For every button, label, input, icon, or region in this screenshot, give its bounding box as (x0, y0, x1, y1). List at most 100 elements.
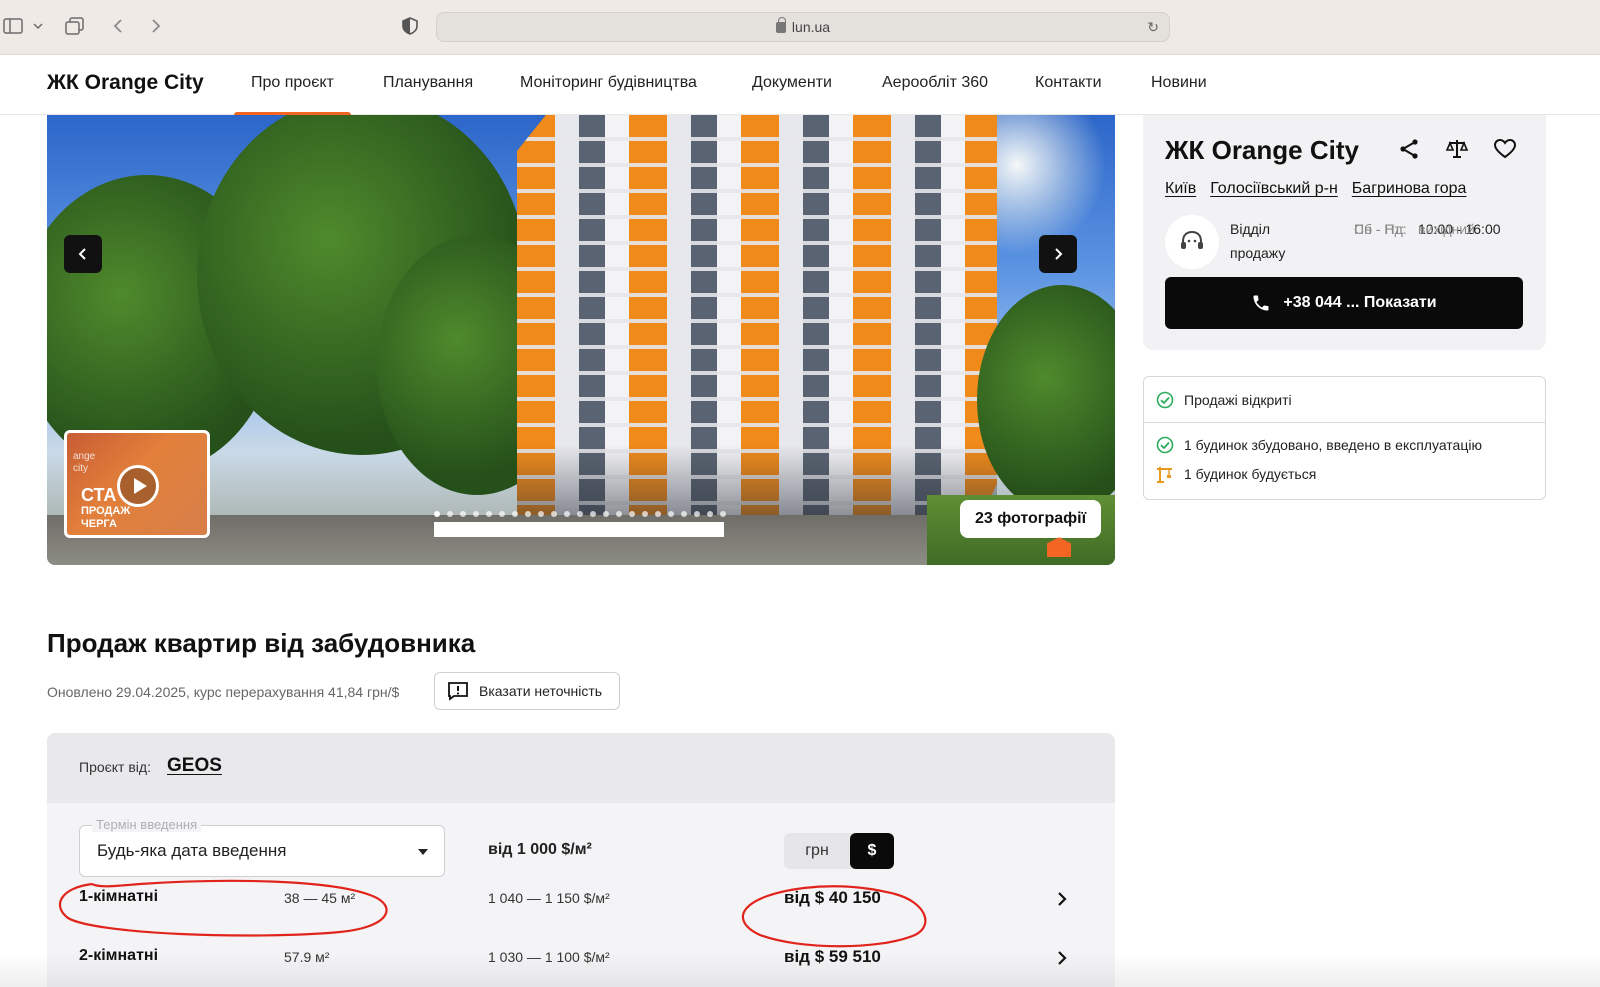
divider (1144, 422, 1545, 423)
breadcrumb-district[interactable]: Голосіївський р-н (1210, 180, 1338, 198)
gallery-prev-button[interactable] (64, 235, 102, 273)
apartment-row[interactable]: 2-кімнатні 57.9 м² 1 030 — 1 100 $/м² ві… (47, 947, 1115, 987)
pagination-dot[interactable] (551, 511, 557, 517)
chevron-right-icon[interactable] (1055, 949, 1069, 967)
nav-about[interactable]: Про проєкт (234, 74, 351, 116)
compare-scales-icon[interactable] (1445, 137, 1469, 161)
nav-construction-monitoring[interactable]: Моніторинг будівництва (520, 74, 697, 115)
video-thumb-text: СТА (81, 485, 117, 505)
gallery-next-button[interactable] (1039, 235, 1077, 273)
heart-icon[interactable] (1493, 137, 1517, 161)
report-inaccuracy-button[interactable]: Вказати неточність (434, 672, 620, 710)
pagination-dot[interactable] (512, 511, 518, 517)
pagination-dot[interactable] (434, 511, 440, 517)
back-icon[interactable] (108, 14, 128, 38)
pagination-dot[interactable] (707, 511, 713, 517)
pagination-dot[interactable] (499, 511, 505, 517)
price-per-m2-range: 1 040 — 1 150 $/м² (488, 890, 610, 906)
project-card: ЖК Orange City Київ Голосіївський р-н Ба… (1143, 115, 1546, 350)
pagination-dot[interactable] (564, 511, 570, 517)
nav-layouts[interactable]: Планування (383, 74, 473, 115)
watermark-logo: лун (1047, 533, 1115, 565)
pagination-strip (434, 522, 724, 537)
chevron-down-icon[interactable] (30, 14, 46, 38)
status-text: Продажі відкриті (1184, 392, 1292, 408)
pagination-dot[interactable] (447, 511, 453, 517)
report-inaccuracy-label: Вказати неточність (479, 683, 603, 699)
address-bar[interactable]: lun.ua ↻ (436, 12, 1170, 42)
privacy-shield-icon[interactable] (400, 14, 420, 38)
project-by-label: Проєкт від: (79, 759, 151, 775)
pagination-dot[interactable] (486, 511, 492, 517)
video-thumb-text: ПРОДАЖ ЧЕРГА (81, 505, 131, 530)
status-item: 1 будинок збудовано, введено в експлуата… (1156, 436, 1482, 454)
nav-aerial-360[interactable]: Аерообліт 360 (882, 74, 988, 115)
pagination-dot[interactable] (616, 511, 622, 517)
area-range: 38 — 45 м² (284, 890, 356, 906)
nav-documents[interactable]: Документи (752, 74, 832, 115)
photo-gallery[interactable]: ange city СТА ПРОДАЖ ЧЕРГА 23 фотографії… (47, 115, 1115, 565)
nav-contacts[interactable]: Контакти (1035, 74, 1102, 115)
pagination-dot[interactable] (538, 511, 544, 517)
video-thumbnail[interactable]: ange city СТА ПРОДАЖ ЧЕРГА (64, 430, 210, 538)
pagination-dot[interactable] (655, 511, 661, 517)
gallery-pagination (434, 511, 726, 517)
reload-icon[interactable]: ↻ (1147, 19, 1159, 36)
status-item: 1 будинок будується (1156, 465, 1316, 483)
developer-link[interactable]: GEOS (167, 755, 222, 777)
sales-department-label: Відділ продажу (1230, 221, 1286, 261)
sidebar-toggle-icon[interactable] (2, 14, 24, 38)
completion-date-select[interactable]: Термін введення Будь-яка дата введення (79, 817, 445, 877)
currency-toggle[interactable]: грн $ (784, 833, 894, 869)
price-from: від $ 59 510 (784, 947, 881, 966)
pagination-dot[interactable] (603, 511, 609, 517)
hours-days: Сб - Нд: (1354, 221, 1407, 237)
pagination-dot[interactable] (681, 511, 687, 517)
play-icon[interactable] (117, 465, 159, 507)
report-icon (448, 682, 468, 701)
apartments-panel: Проєкт від: GEOS Термін введення Будь-як… (47, 733, 1115, 987)
site-header: ЖК Orange City Про проєкт Планування Мон… (0, 55, 1600, 116)
area-range: 57.9 м² (284, 949, 330, 965)
video-thumb-text: ange city (73, 451, 96, 474)
currency-usd[interactable]: $ (850, 833, 894, 869)
crane-icon (1157, 467, 1172, 483)
developer-header: Проєкт від: GEOS (47, 733, 1115, 803)
pagination-dot[interactable] (720, 511, 726, 517)
show-phone-label: +38 044 ... Показати (1283, 294, 1437, 311)
price-per-m2-range: 1 030 — 1 100 $/м² (488, 949, 610, 965)
forward-icon[interactable] (146, 14, 166, 38)
breadcrumb-neighborhood[interactable]: Багринова гора (1352, 180, 1467, 198)
browser-toolbar: lun.ua ↻ (0, 0, 1600, 55)
tabs-overview-icon[interactable] (64, 14, 86, 38)
headset-icon (1181, 230, 1203, 249)
chevron-right-icon[interactable] (1055, 890, 1069, 908)
updated-info: Оновлено 29.04.2025, курс перерахування … (47, 684, 400, 700)
share-icon[interactable] (1397, 137, 1421, 161)
nav-news[interactable]: Новини (1151, 74, 1207, 115)
site-logo[interactable]: ЖК Orange City (47, 71, 204, 95)
pagination-dot[interactable] (642, 511, 648, 517)
min-price-per-m2: від 1 000 $/м² (488, 841, 592, 858)
apartment-row[interactable]: 1-кімнатні 38 — 45 м² 1 040 — 1 150 $/м²… (47, 888, 1115, 928)
caret-down-icon (418, 849, 428, 855)
status-text: 1 будинок будується (1184, 466, 1317, 482)
pagination-dot[interactable] (694, 511, 700, 517)
room-type: 2-кімнатні (79, 947, 159, 964)
section-title: Продаж квартир від забудовника (47, 628, 476, 658)
pagination-dot[interactable] (473, 511, 479, 517)
breadcrumb-city[interactable]: Київ (1165, 180, 1196, 198)
phone-icon (1253, 295, 1269, 311)
pagination-dot[interactable] (577, 511, 583, 517)
pagination-dot[interactable] (460, 511, 466, 517)
pagination-dot[interactable] (590, 511, 596, 517)
pagination-dot[interactable] (629, 511, 635, 517)
url-text: lun.ua (791, 19, 831, 35)
price-from: від $ 40 150 (784, 888, 881, 907)
currency-uah[interactable]: грн (784, 833, 850, 869)
show-phone-button[interactable]: +38 044 ... Показати (1165, 277, 1523, 329)
pagination-dot[interactable] (668, 511, 674, 517)
project-title: ЖК Orange City (1165, 135, 1359, 165)
status-text: 1 будинок збудовано, введено в експлуата… (1184, 437, 1482, 453)
pagination-dot[interactable] (525, 511, 531, 517)
